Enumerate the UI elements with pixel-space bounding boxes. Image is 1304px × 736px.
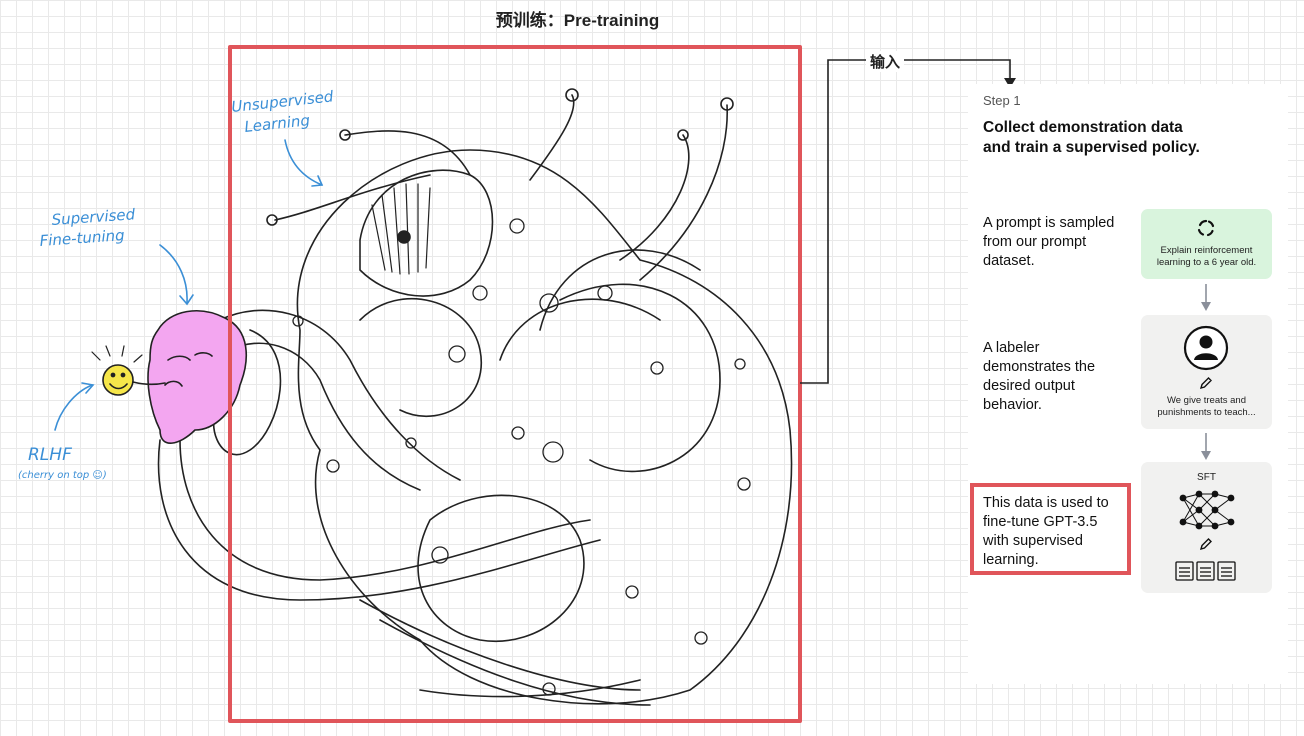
- connector-label: 输入: [866, 51, 905, 72]
- rlhf-note: (cherry on top ☺): [18, 470, 107, 481]
- pencil-icon: [1199, 377, 1212, 390]
- sft-label: SFT: [1197, 472, 1216, 483]
- documents-icon: [1175, 561, 1236, 581]
- sft-card: SFT: [1141, 462, 1272, 593]
- refresh-icon: [1197, 219, 1215, 237]
- arrow-down-icon: [1201, 433, 1211, 460]
- user-icon: [1183, 325, 1229, 371]
- step-title-line2: and train a supervised policy.: [983, 139, 1200, 156]
- page-title: 预训练：Pre-training: [495, 11, 660, 30]
- finetune-highlight-frame: [970, 483, 1131, 575]
- step-description-labeler: A labeler demonstrates the desired outpu…: [983, 340, 1096, 413]
- step-title-line1: Collect demonstration data: [983, 119, 1183, 136]
- rlhf-label: RLHF: [28, 445, 72, 465]
- arrow-down-icon: [1201, 284, 1211, 311]
- smiley-face: [102, 364, 134, 396]
- step-label: Step 1: [983, 93, 1021, 108]
- labeler-card: We give treats and punishments to teach.…: [1141, 315, 1272, 429]
- prompt-card-text: Explain reinforcement learning to a 6 ye…: [1156, 245, 1257, 268]
- pretraining-highlight-frame: [228, 45, 802, 723]
- pencil-icon: [1199, 538, 1212, 551]
- prompt-card: Explain reinforcement learning to a 6 ye…: [1141, 209, 1272, 279]
- labeler-card-text: We give treats and punishments to teach.…: [1157, 395, 1256, 418]
- step-title: Collect demonstration data and train a s…: [983, 118, 1243, 158]
- svg-text:Fine-tuning: Fine-tuning: [39, 226, 125, 250]
- neural-network-icon: [1179, 490, 1235, 530]
- step-description-prompt: A prompt is sampled from our prompt data…: [983, 215, 1115, 269]
